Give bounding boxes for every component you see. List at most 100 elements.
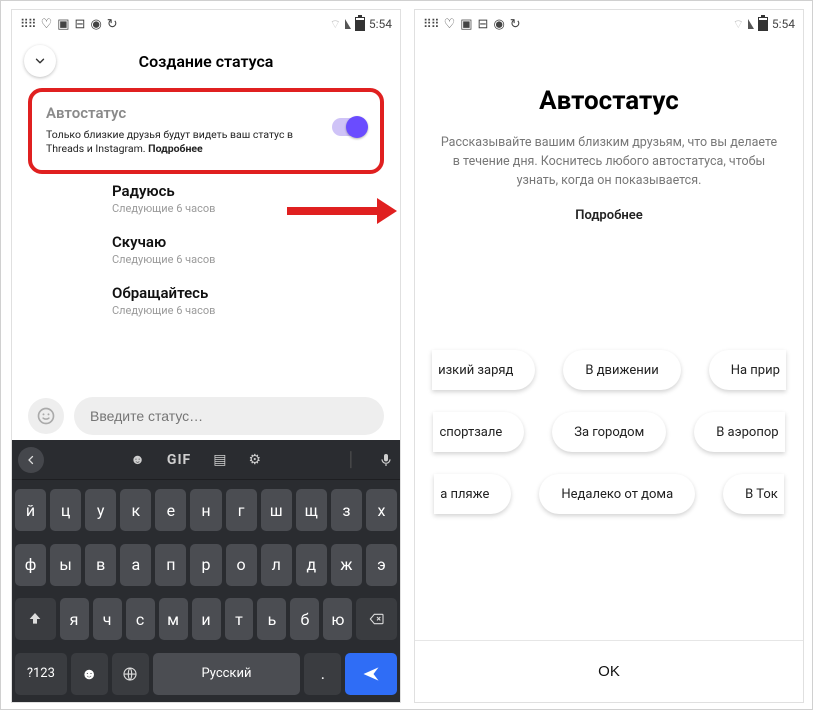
keyboard-toolbar: ☻ GIF ▤ ⚙ │ xyxy=(12,440,400,480)
keyboard-row-3: ячсмитьбю xyxy=(15,598,397,640)
status-item[interactable]: Обращайтесь Следующие 6 часов xyxy=(112,284,400,317)
mic-icon[interactable] xyxy=(378,452,394,468)
key-ы[interactable]: ы xyxy=(50,544,81,586)
collapse-button[interactable] xyxy=(24,45,56,77)
intro-title: Автостатус xyxy=(437,86,781,116)
page-title: Создание статуса xyxy=(12,52,400,71)
tv-icon: ⊟ xyxy=(478,17,489,32)
key-х[interactable]: х xyxy=(366,489,397,531)
emoji-key[interactable]: ☻ xyxy=(71,653,108,695)
learn-more-link[interactable]: Подробнее xyxy=(437,208,781,223)
status-left-icons: ⠿⠿ ♡ ▣ ⊟ ◉ ↻ xyxy=(20,17,118,32)
key-э[interactable]: э xyxy=(366,544,397,586)
key-з[interactable]: з xyxy=(331,489,362,531)
status-right-icons: ⌔ 5:54 xyxy=(733,17,795,32)
backspace-icon xyxy=(367,611,387,627)
key-ю[interactable]: ю xyxy=(323,598,352,640)
camera-icon: ▣ xyxy=(460,17,472,32)
autostatus-toggle[interactable] xyxy=(332,118,366,136)
key-д[interactable]: д xyxy=(296,544,327,586)
status-chip[interactable]: Недалеко от дома xyxy=(539,474,695,514)
status-input-row xyxy=(12,392,400,440)
key-ф[interactable]: ф xyxy=(15,544,46,586)
status-item[interactable]: Радуюсь Следующие 6 часов xyxy=(112,182,400,215)
gif-button[interactable]: GIF xyxy=(167,452,191,468)
key-у[interactable]: у xyxy=(85,489,116,531)
status-chip[interactable]: В движении xyxy=(563,350,680,390)
key-с[interactable]: с xyxy=(126,598,155,640)
key-м[interactable]: м xyxy=(159,598,188,640)
key-а[interactable]: а xyxy=(120,544,151,586)
key-е[interactable]: е xyxy=(155,489,186,531)
status-bar: ⠿⠿ ♡ ▣ ⊟ ◉ ↻ ⌔ 5:54 xyxy=(12,10,400,38)
screen-header: Создание статуса xyxy=(12,38,400,84)
key-п[interactable]: п xyxy=(155,544,186,586)
key-т[interactable]: т xyxy=(225,598,254,640)
key-ц[interactable]: ц xyxy=(50,489,81,531)
status-chip[interactable]: На прир xyxy=(709,350,786,390)
key-ь[interactable]: ь xyxy=(257,598,286,640)
tv-icon: ⊟ xyxy=(75,17,86,32)
status-bar: ⠿⠿ ♡ ▣ ⊟ ◉ ↻ ⌔ 5:54 xyxy=(415,10,803,38)
settings-icon[interactable]: ⚙ xyxy=(248,452,261,468)
shazam-icon: ◉ xyxy=(493,17,504,32)
key-я[interactable]: я xyxy=(60,598,89,640)
symbols-key[interactable]: ?123 xyxy=(15,653,67,695)
heart-icon: ♡ xyxy=(444,17,456,32)
status-item[interactable]: Скучаю Следующие 6 часов xyxy=(112,233,400,266)
emoji-button[interactable] xyxy=(28,398,64,434)
intro-desc: Рассказывайте вашим близким друзьям, что… xyxy=(437,134,781,190)
key-б[interactable]: б xyxy=(290,598,319,640)
shift-key[interactable] xyxy=(15,598,56,640)
space-key[interactable]: Русский xyxy=(153,653,301,695)
key-к[interactable]: к xyxy=(120,489,151,531)
status-chip[interactable]: В Ток xyxy=(723,474,784,514)
key-ш[interactable]: ш xyxy=(261,489,292,531)
key-г[interactable]: г xyxy=(226,489,257,531)
language-key[interactable] xyxy=(112,653,149,695)
send-icon xyxy=(361,664,381,684)
battery-icon xyxy=(758,17,768,31)
status-item-title: Радуюсь xyxy=(112,182,400,200)
key-л[interactable]: л xyxy=(261,544,292,586)
phone-left: ⠿⠿ ♡ ▣ ⊟ ◉ ↻ ⌔ 5:54 Создание статуса Авт… xyxy=(11,9,401,703)
status-chip[interactable]: изкий заряд xyxy=(432,350,535,390)
clipboard-icon[interactable]: ▤ xyxy=(213,452,226,468)
status-chip[interactable]: спортзале xyxy=(433,412,524,452)
keyboard: ☻ GIF ▤ ⚙ │ йцукенгшщзх фывапролджэ ячсм… xyxy=(12,440,400,702)
key-щ[interactable]: щ xyxy=(296,489,327,531)
chevron-down-icon xyxy=(33,54,47,68)
period-key[interactable]: . xyxy=(304,653,341,695)
key-и[interactable]: и xyxy=(192,598,221,640)
status-chip[interactable]: а пляже xyxy=(434,474,511,514)
status-chip[interactable]: В аэропор xyxy=(694,412,784,452)
key-ж[interactable]: ж xyxy=(331,544,362,586)
key-ч[interactable]: ч xyxy=(93,598,122,640)
key-в[interactable]: в xyxy=(85,544,116,586)
phone-right: ⠿⠿ ♡ ▣ ⊟ ◉ ↻ ⌔ 5:54 Автостатус Рассказыв… xyxy=(414,9,804,703)
autostatus-learn-more[interactable]: Подробнее xyxy=(148,142,203,155)
notification-dots-icon: ⠿⠿ xyxy=(423,17,439,31)
shazam-icon: ◉ xyxy=(90,17,101,32)
backspace-key[interactable] xyxy=(356,598,397,640)
wifi-icon: ⌔ xyxy=(733,17,744,32)
status-item-subtitle: Следующие 6 часов xyxy=(112,304,400,317)
autostatus-card[interactable]: Автостатус Только близкие друзья будут в… xyxy=(28,88,384,174)
send-key[interactable] xyxy=(345,653,397,695)
key-н[interactable]: н xyxy=(190,489,221,531)
chevron-left-icon xyxy=(25,454,37,466)
status-input[interactable] xyxy=(74,397,384,435)
key-о[interactable]: о xyxy=(226,544,257,586)
key-й[interactable]: й xyxy=(15,489,46,531)
keyboard-rows: йцукенгшщзх фывапролджэ ячсмитьбю ?123 ☻… xyxy=(12,480,400,702)
autostatus-intro: Автостатус Рассказывайте вашим близким д… xyxy=(415,38,803,223)
camera-icon: ▣ xyxy=(57,17,69,32)
status-chip[interactable]: За городом xyxy=(552,412,666,452)
key-р[interactable]: р xyxy=(190,544,221,586)
ok-button[interactable]: OK xyxy=(598,663,620,680)
clock-text: 5:54 xyxy=(772,17,795,31)
keyboard-collapse-button[interactable] xyxy=(18,447,44,473)
signal-icon xyxy=(345,19,351,29)
autostatus-chips: изкий заряд В движении На прир спортзале… xyxy=(415,350,803,514)
sticker-icon[interactable]: ☻ xyxy=(130,451,145,468)
